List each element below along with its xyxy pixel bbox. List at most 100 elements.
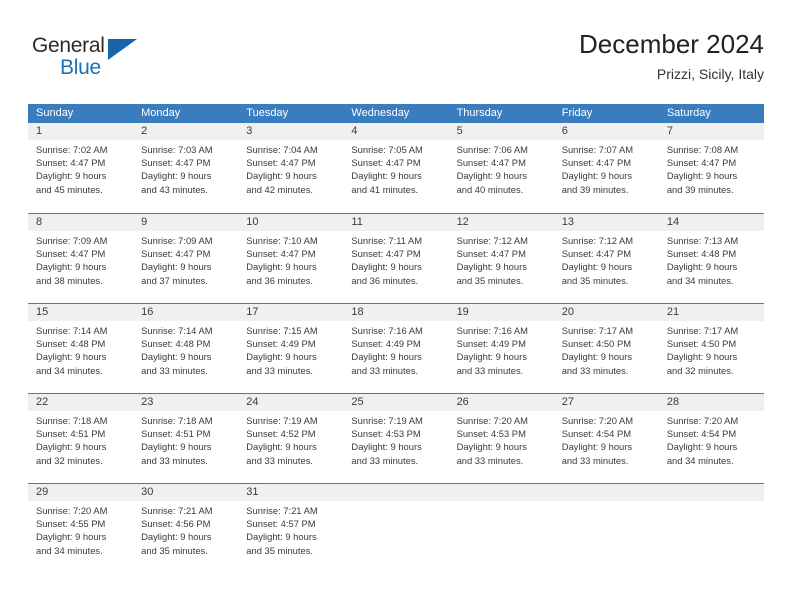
weekday-header-wednesday: Wednesday bbox=[351, 107, 410, 119]
daylight-duration-line1: Daylight: 9 hours bbox=[246, 531, 317, 543]
day-cell[interactable]: 17 Sunrise: 7:15 AM Sunset: 4:49 PM Dayligh… bbox=[238, 304, 344, 384]
daylight-duration-line1: Daylight: 9 hours bbox=[36, 170, 107, 182]
day-cell[interactable]: 16 Sunrise: 7:14 AM Sunset: 4:48 PM Dayligh… bbox=[133, 304, 239, 384]
calendar-week-row: 22 Sunrise: 7:18 AM Sunset: 4:51 PM Dayligh… bbox=[28, 393, 764, 474]
day-cell[interactable]: 12 Sunrise: 7:12 AM Sunset: 4:47 PM Dayligh… bbox=[448, 214, 554, 294]
day-cell[interactable]: 3 Sunrise: 7:04 AM Sunset: 4:47 PM Daylight… bbox=[238, 123, 344, 204]
sunrise-time: Sunrise: 7:10 AM bbox=[246, 235, 318, 246]
day-cell[interactable]: 7 Sunrise: 7:08 AM Sunset: 4:47 PM Daylight… bbox=[658, 123, 764, 204]
daylight-duration-line1: Daylight: 9 hours bbox=[666, 351, 738, 363]
daylight-duration-line2: and 33 minutes. bbox=[351, 364, 419, 376]
weekday-header-tuesday: Tuesday bbox=[246, 107, 289, 119]
daylight-duration-line2: and 42 minutes. bbox=[246, 183, 313, 195]
day-cell[interactable]: 22 Sunrise: 7:18 AM Sunset: 4:51 PM Dayligh… bbox=[28, 394, 134, 474]
sunrise-time: Sunrise: 7:18 AM bbox=[141, 415, 213, 426]
day-sun-info: Sunrise: 7:21 AM Sunset: 4:56 PM Daylight:… bbox=[133, 501, 238, 557]
day-cell[interactable]: 4 Sunrise: 7:05 AM Sunset: 4:47 PM Daylight… bbox=[343, 123, 449, 204]
sunrise-time: Sunrise: 7:17 AM bbox=[561, 325, 634, 336]
sunrise-time: Sunrise: 7:18 AM bbox=[36, 415, 108, 426]
daylight-duration-line1: Daylight: 9 hours bbox=[246, 261, 317, 273]
sunset-time: Sunset: 4:47 PM bbox=[246, 157, 316, 169]
day-cell-empty bbox=[448, 484, 554, 564]
weekday-header-sunday: Sunday bbox=[36, 107, 74, 119]
day-cell[interactable]: 19 Sunrise: 7:16 AM Sunset: 4:49 PM Dayligh… bbox=[448, 304, 554, 384]
day-cell[interactable]: 23 Sunrise: 7:18 AM Sunset: 4:51 PM Dayligh… bbox=[133, 394, 239, 474]
day-cell[interactable]: 5 Sunrise: 7:06 AM Sunset: 4:47 PM Daylight… bbox=[448, 123, 554, 204]
sunrise-time: Sunrise: 7:08 AM bbox=[666, 144, 739, 155]
day-cell[interactable]: 15 Sunrise: 7:14 AM Sunset: 4:48 PM Dayligh… bbox=[28, 304, 134, 384]
day-sun-info: Sunrise: 7:12 AM Sunset: 4:47 PM Daylight:… bbox=[554, 231, 659, 287]
sunrise-time: Sunrise: 7:05 AM bbox=[351, 144, 423, 155]
day-cell[interactable]: 10 Sunrise: 7:10 AM Sunset: 4:47 PM Dayligh… bbox=[238, 214, 344, 294]
page-title: December 2024 bbox=[579, 29, 764, 59]
daylight-duration-line2: and 33 minutes. bbox=[141, 454, 208, 466]
day-cell[interactable]: 11 Sunrise: 7:11 AM Sunset: 4:47 PM Dayligh… bbox=[343, 214, 449, 294]
daylight-duration-line2: and 38 minutes. bbox=[36, 274, 103, 286]
day-cell[interactable]: 21 Sunrise: 7:17 AM Sunset: 4:50 PM Dayligh… bbox=[658, 304, 764, 384]
day-cell[interactable]: 28 Sunrise: 7:20 AM Sunset: 4:54 PM Dayligh… bbox=[658, 394, 764, 474]
daylight-duration-line2: and 36 minutes. bbox=[246, 274, 313, 286]
day-cell[interactable]: 20 Sunrise: 7:17 AM Sunset: 4:50 PM Dayligh… bbox=[553, 304, 659, 384]
day-sun-info: Sunrise: 7:09 AM Sunset: 4:47 PM Daylight:… bbox=[133, 231, 238, 287]
daylight-duration-line2: and 41 minutes. bbox=[351, 183, 419, 195]
day-sun-info: Sunrise: 7:15 AM Sunset: 4:49 PM Daylight:… bbox=[238, 321, 343, 377]
sunset-time: Sunset: 4:47 PM bbox=[36, 157, 106, 169]
sunset-time: Sunset: 4:48 PM bbox=[666, 248, 737, 260]
sunset-time: Sunset: 4:47 PM bbox=[351, 248, 421, 260]
location-subtitle: Prizzi, Sicily, Italy bbox=[656, 66, 764, 82]
daylight-duration-line1: Daylight: 9 hours bbox=[351, 261, 422, 273]
day-cell[interactable]: 6 Sunrise: 7:07 AM Sunset: 4:47 PM Daylight… bbox=[553, 123, 659, 204]
day-cell-empty bbox=[553, 484, 659, 564]
weekday-header-monday: Monday bbox=[141, 107, 181, 119]
day-cell[interactable]: 8 Sunrise: 7:09 AM Sunset: 4:47 PM Daylight… bbox=[28, 214, 134, 294]
day-cell[interactable]: 31 Sunrise: 7:21 AM Sunset: 4:57 PM Dayligh… bbox=[238, 484, 344, 564]
day-number: 12 bbox=[448, 214, 554, 231]
day-cell[interactable]: 29 Sunrise: 7:20 AM Sunset: 4:55 PM Dayligh… bbox=[28, 484, 134, 564]
day-number: 28 bbox=[658, 394, 764, 411]
calendar-week-row: 8 Sunrise: 7:09 AM Sunset: 4:47 PM Daylight… bbox=[28, 213, 764, 294]
daylight-duration-line1: Daylight: 9 hours bbox=[246, 351, 317, 363]
day-sun-info: Sunrise: 7:18 AM Sunset: 4:51 PM Daylight:… bbox=[133, 411, 238, 467]
calendar-grid: Sunday Monday Tuesday Wednesday Thursday Frid… bbox=[28, 104, 764, 564]
day-number bbox=[343, 484, 449, 501]
weekday-header-friday: Friday bbox=[561, 107, 593, 119]
day-cell[interactable]: 30 Sunrise: 7:21 AM Sunset: 4:56 PM Dayligh… bbox=[133, 484, 239, 564]
sunset-time: Sunset: 4:57 PM bbox=[246, 518, 316, 530]
day-number: 13 bbox=[553, 214, 659, 231]
day-cell[interactable]: 18 Sunrise: 7:16 AM Sunset: 4:49 PM Dayligh… bbox=[343, 304, 449, 384]
day-cell[interactable]: 25 Sunrise: 7:19 AM Sunset: 4:53 PM Dayligh… bbox=[343, 394, 449, 474]
sunrise-time: Sunrise: 7:14 AM bbox=[141, 325, 213, 336]
day-cell[interactable]: 9 Sunrise: 7:09 AM Sunset: 4:47 PM Daylight… bbox=[133, 214, 239, 294]
day-cell[interactable]: 26 Sunrise: 7:20 AM Sunset: 4:53 PM Dayligh… bbox=[448, 394, 554, 474]
day-sun-info: Sunrise: 7:14 AM Sunset: 4:48 PM Daylight:… bbox=[133, 321, 238, 377]
sunrise-time: Sunrise: 7:04 AM bbox=[246, 144, 318, 155]
day-cell[interactable]: 13 Sunrise: 7:12 AM Sunset: 4:47 PM Dayligh… bbox=[553, 214, 659, 294]
day-number: 8 bbox=[28, 214, 134, 231]
sunrise-time: Sunrise: 7:17 AM bbox=[666, 325, 739, 336]
sunrise-time: Sunrise: 7:14 AM bbox=[36, 325, 108, 336]
sunset-time: Sunset: 4:47 PM bbox=[141, 248, 211, 260]
calendar-week-row: 29 Sunrise: 7:20 AM Sunset: 4:55 PM Dayligh… bbox=[28, 483, 764, 564]
daylight-duration-line2: and 33 minutes. bbox=[246, 454, 313, 466]
daylight-duration-line1: Daylight: 9 hours bbox=[456, 351, 527, 363]
day-number: 29 bbox=[28, 484, 134, 501]
day-number bbox=[553, 484, 659, 501]
day-sun-info: Sunrise: 7:20 AM Sunset: 4:53 PM Daylight:… bbox=[449, 411, 554, 467]
sunrise-time: Sunrise: 7:16 AM bbox=[456, 325, 528, 336]
sunrise-time: Sunrise: 7:21 AM bbox=[141, 505, 213, 516]
daylight-duration-line1: Daylight: 9 hours bbox=[36, 531, 107, 543]
day-number: 18 bbox=[343, 304, 449, 321]
day-cell[interactable]: 14 Sunrise: 7:13 AM Sunset: 4:48 PM Dayligh… bbox=[658, 214, 764, 294]
day-cell[interactable]: 2 Sunrise: 7:03 AM Sunset: 4:47 PM Daylight… bbox=[133, 123, 239, 204]
day-number: 16 bbox=[133, 304, 239, 321]
day-cell[interactable]: 27 Sunrise: 7:20 AM Sunset: 4:54 PM Dayligh… bbox=[553, 394, 659, 474]
day-cell-empty bbox=[343, 484, 449, 564]
general-blue-logo[interactable]: General Blue bbox=[32, 34, 152, 90]
logo-text-general: General bbox=[32, 34, 105, 57]
day-cell[interactable]: 24 Sunrise: 7:19 AM Sunset: 4:52 PM Dayligh… bbox=[238, 394, 344, 474]
day-sun-info: Sunrise: 7:20 AM Sunset: 4:54 PM Daylight:… bbox=[659, 411, 764, 467]
day-number: 2 bbox=[133, 123, 239, 140]
day-cell[interactable]: 1 Sunrise: 7:02 AM Sunset: 4:47 PM Daylight… bbox=[28, 123, 134, 204]
sunrise-time: Sunrise: 7:06 AM bbox=[456, 144, 528, 155]
calendar-weeks: 1 Sunrise: 7:02 AM Sunset: 4:47 PM Daylight… bbox=[28, 123, 764, 564]
